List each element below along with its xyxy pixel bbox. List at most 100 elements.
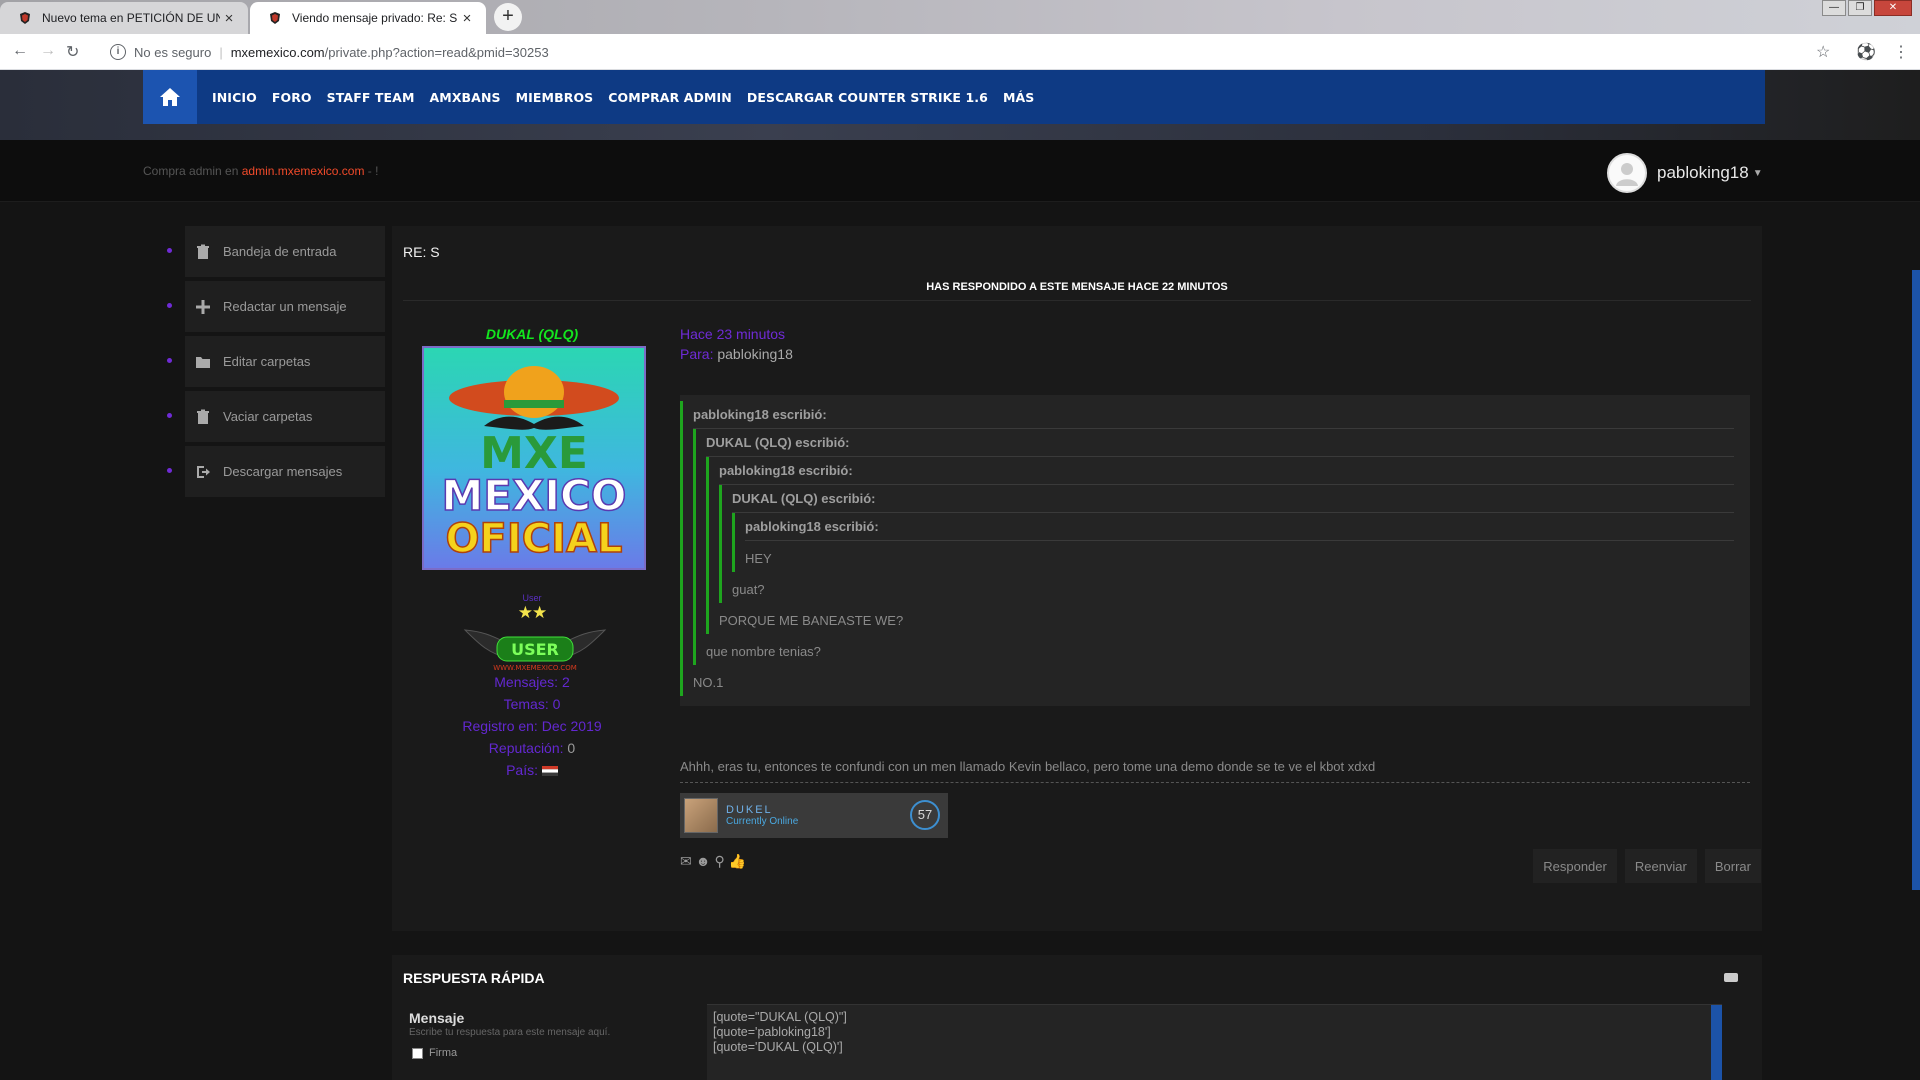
window-controls: — ❐ ✕ [1822, 0, 1912, 16]
bullet-dot [167, 468, 172, 473]
search-icon[interactable]: ⚲ [714, 853, 724, 870]
rank-badge-icon: USER WWW.MXEMEXICO.COM [463, 629, 607, 672]
quote-author: DUKAL (QLQ) escribió: [706, 435, 1734, 457]
poster-name[interactable]: DUKAL (QLQ) [392, 326, 672, 342]
sidebar-item-label: Redactar un mensaje [223, 299, 347, 314]
sidebar-item-box[interactable]: Descargar mensajes [185, 446, 385, 497]
nav-amxbans[interactable]: AMXBANS [430, 90, 501, 105]
signature-divider [680, 782, 1750, 783]
quote-text: HEY [745, 551, 772, 566]
reload-icon[interactable]: ↻ [66, 42, 79, 62]
logo-line2: MEXICO [441, 471, 626, 520]
stat-topics: Temas: 0 [392, 696, 672, 712]
sidebar-item-download[interactable]: Descargar mensajes [160, 446, 400, 497]
editor-line: [quote="DUKAL (QLQ)"] [713, 1010, 847, 1024]
quote-block: pabloking18 escribió: DUKAL (QLQ) escrib… [680, 395, 1750, 706]
thumbs-up-icon[interactable]: 👍 [729, 853, 746, 870]
promo-link[interactable]: admin.mxemexico.com [242, 164, 365, 178]
sidebar-item-empty-folders[interactable]: Vaciar carpetas [160, 391, 400, 442]
message-label: Mensaje [409, 1010, 465, 1026]
signature-name: DUKEL [726, 804, 773, 816]
editor-scrollbar[interactable] [1711, 1005, 1722, 1080]
message-content: Hace 23 minutos Para: pabloking18 pablok… [680, 326, 1762, 884]
bookmark-star-icon[interactable]: ☆ [1816, 42, 1830, 62]
signature-card[interactable]: DUKEL Currently Online 57 [680, 793, 948, 838]
nav-mas[interactable]: MÁS [1003, 90, 1034, 105]
forward-icon[interactable]: → [40, 42, 56, 60]
username[interactable]: pabloking18 [1657, 163, 1749, 183]
nav-staff-team[interactable]: STAFF TEAM [327, 90, 415, 105]
nav-comprar-admin[interactable]: COMPRAR ADMIN [608, 90, 732, 105]
nav-descargar-cs[interactable]: DESCARGAR COUNTER STRIKE 1.6 [747, 90, 988, 105]
quote-level-4: DUKAL (QLQ) escribió: pabloking18 escrib… [719, 485, 1742, 603]
messenger-icon[interactable]: ☻ [696, 853, 711, 870]
browser-tab-inactive[interactable]: Nuevo tema en PETICIÓN DE UN × [0, 2, 248, 34]
signature-status: Currently Online [726, 816, 799, 827]
reply-button[interactable]: Responder [1532, 848, 1618, 884]
stat-label: Reputación: [488, 740, 564, 756]
promo-text: Compra admin en admin.mxemexico.com - ! [143, 164, 378, 178]
site-favicon-icon [20, 12, 30, 24]
sidebar-item-box[interactable]: Vaciar carpetas [185, 391, 385, 442]
quote-author: pabloking18 escribió: [693, 407, 1734, 429]
stat-value[interactable]: 0 [567, 740, 575, 756]
user-menu[interactable]: pabloking18 ▼ [1607, 153, 1763, 193]
minimize-icon[interactable]: — [1822, 0, 1846, 16]
forward-button[interactable]: Reenviar [1623, 848, 1698, 884]
maximize-icon[interactable]: ❐ [1848, 0, 1872, 16]
stat-label: Registro en: [462, 718, 538, 734]
plus-icon [196, 299, 210, 314]
signature-avatar [684, 798, 718, 833]
extension-icon[interactable]: ⚽ [1856, 42, 1876, 62]
stat-value: 0 [552, 696, 561, 712]
menu-dots-icon[interactable]: ⋮ [1893, 42, 1909, 62]
sidebar-item-label: Bandeja de entrada [223, 244, 337, 259]
delete-button[interactable]: Borrar [1703, 848, 1762, 884]
tab-close-icon[interactable]: × [220, 10, 238, 27]
rank-label: User [522, 593, 542, 603]
security-status: No es seguro [134, 44, 212, 60]
url-domain: mxemexico.com [230, 44, 325, 60]
rank-stars: ★★ [517, 603, 547, 622]
collapse-toggle-icon[interactable] [1724, 973, 1738, 982]
sidebar-item-label: Editar carpetas [223, 354, 311, 369]
signature-checkbox[interactable] [412, 1047, 423, 1059]
sidebar-item-edit-folders[interactable]: Editar carpetas [160, 336, 400, 387]
sidebar-item-box[interactable]: Redactar un mensaje [185, 281, 385, 332]
reply-textarea[interactable]: [quote="DUKAL (QLQ)"] [quote='pabloking1… [707, 1004, 1722, 1080]
stat-messages: Mensajes: 2 [392, 674, 672, 690]
close-window-icon[interactable]: ✕ [1874, 0, 1912, 16]
quick-reply-title: RESPUESTA RÁPIDA [403, 970, 545, 986]
tab-close-icon[interactable]: × [458, 10, 476, 27]
quick-reply-panel: RESPUESTA RÁPIDA Mensaje Escribe tu resp… [392, 955, 1762, 1080]
chevron-down-icon[interactable]: ▼ [1753, 168, 1763, 179]
avatar[interactable] [1607, 153, 1647, 193]
envelope-icon[interactable]: ✉ [680, 853, 692, 870]
back-icon[interactable]: ← [12, 42, 28, 60]
sidebar-item-box[interactable]: Bandeja de entrada [185, 226, 385, 277]
page-scrollbar[interactable] [1912, 270, 1920, 890]
quote-author: DUKAL (QLQ) escribió: [732, 491, 1734, 513]
sidebar-item-compose[interactable]: Redactar un mensaje [160, 281, 400, 332]
browser-tab-active[interactable]: Viendo mensaje privado: Re: S × [250, 2, 486, 34]
address-bar[interactable]: i No es seguro | mxemexico.com /private.… [110, 40, 1830, 64]
nav-inicio[interactable]: INICIO [212, 90, 257, 105]
sidebar-item-inbox[interactable]: Bandeja de entrada [160, 226, 400, 277]
bullet-dot [167, 413, 172, 418]
message-hint: Escribe tu respuesta para este mensaje a… [409, 1027, 611, 1038]
sidebar-item-label: Descargar mensajes [223, 464, 343, 479]
signature-label: Firma [429, 1047, 458, 1059]
home-icon[interactable] [143, 70, 197, 124]
browser-toolbar: ← → ↻ i No es seguro | mxemexico.com /pr… [0, 34, 1920, 70]
recipient-name[interactable]: pabloking18 [717, 346, 793, 362]
signature-count-badge: 57 [910, 800, 940, 830]
signature-option[interactable]: Firma [412, 1047, 457, 1059]
sombrero-logo-icon: MXE MEXICO OFICIAL [441, 366, 627, 563]
quote-level-1: pabloking18 escribió: DUKAL (QLQ) escrib… [680, 401, 1742, 696]
nav-foro[interactable]: FORO [272, 90, 312, 105]
signature-info: DUKEL Currently Online [718, 804, 798, 827]
info-icon[interactable]: i [110, 44, 126, 60]
sidebar-item-box[interactable]: Editar carpetas [185, 336, 385, 387]
new-tab-button[interactable]: + [494, 3, 522, 31]
nav-miembros[interactable]: MIEMBROS [516, 90, 594, 105]
